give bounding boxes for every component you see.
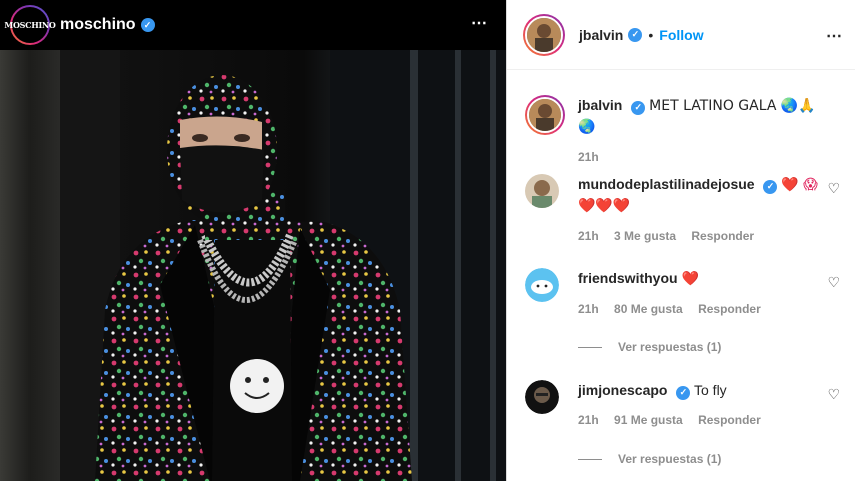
caption: jbalvin ✓ MET LATINO GALA 🌏🙏🌏 21h [525, 95, 840, 164]
brand-avatar[interactable]: MOSCHINO [4, 5, 56, 45]
replies-divider [578, 458, 602, 460]
header-username[interactable]: jbalvin [579, 27, 623, 43]
avatar-image [525, 268, 559, 302]
comment-text: To fly [694, 382, 727, 398]
separator-dot: • [648, 26, 654, 43]
comment-item: jimjonescapo ✓ To fly 21h 91 Me gusta Re… [525, 380, 840, 470]
header-avatar[interactable] [523, 13, 565, 56]
reply-button[interactable]: Responder [698, 302, 761, 316]
comment-likes[interactable]: 3 Me gusta [614, 229, 676, 243]
commenter-avatar[interactable] [525, 380, 559, 414]
reply-button[interactable]: Responder [698, 413, 761, 427]
comment-username[interactable]: mundodeplastilinadejosue [578, 176, 755, 192]
commenter-avatar[interactable] [525, 174, 559, 208]
comment-username[interactable]: jimjonescapo [578, 382, 667, 398]
comment-time: 21h [578, 229, 599, 243]
view-replies-label[interactable]: Ver respuestas (1) [618, 452, 721, 466]
post-media-panel: MOSCHINO moschino ✓ ⋯ [0, 0, 506, 481]
comment-item: mundodeplastilinadejosue ✓ ❤️ 😱❤️❤️❤️ 21… [525, 174, 840, 244]
panel-header: jbalvin ✓ • Follow ⋯ [507, 0, 855, 70]
post-account-name[interactable]: moschino [60, 16, 136, 34]
replies-divider [578, 346, 602, 348]
verified-badge-icon: ✓ [676, 385, 691, 400]
comments-panel: jbalvin ✓ • Follow ⋯ jbalvin ✓ MET LATIN… [506, 0, 855, 481]
comment-likes[interactable]: 91 Me gusta [614, 413, 683, 427]
comment-time: 21h [578, 302, 599, 316]
comment-item: friendswithyou ❤️ 21h 80 Me gusta Respon… [525, 268, 840, 358]
avatar-image [525, 380, 559, 414]
more-options-icon[interactable]: ⋯ [826, 26, 843, 46]
caption-avatar[interactable] [525, 95, 565, 135]
caption-username[interactable]: jbalvin [578, 97, 622, 113]
post-header-bar: MOSCHINO moschino ✓ ⋯ [0, 0, 506, 50]
avatar-image [525, 174, 559, 208]
comment-username[interactable]: friendswithyou [578, 270, 678, 286]
caption-time: 21h [578, 150, 599, 164]
follow-button[interactable]: Follow [659, 27, 703, 43]
comment-text: ❤️ [681, 271, 699, 287]
verified-badge-icon: ✓ [631, 100, 646, 115]
view-replies[interactable]: Ver respuestas (1) [578, 452, 721, 466]
brand-logo: MOSCHINO [4, 20, 56, 30]
verified-badge-icon: ✓ [628, 27, 643, 42]
heart-outline-icon[interactable]: ♡ [827, 386, 840, 403]
photo-illustration [0, 50, 506, 481]
comment-time: 21h [578, 413, 599, 427]
heart-outline-icon[interactable]: ♡ [827, 180, 840, 197]
heart-outline-icon[interactable]: ♡ [827, 274, 840, 291]
post-photo[interactable] [0, 50, 506, 481]
verified-badge-icon: ✓ [140, 18, 155, 32]
reply-button[interactable]: Responder [691, 229, 754, 243]
avatar-image [529, 99, 561, 131]
commenter-avatar[interactable] [525, 268, 559, 302]
verified-badge-icon: ✓ [763, 179, 778, 194]
view-replies[interactable]: Ver respuestas (1) [578, 340, 721, 354]
avatar-image [527, 17, 561, 52]
comment-likes[interactable]: 80 Me gusta [614, 302, 683, 316]
view-replies-label[interactable]: Ver respuestas (1) [618, 340, 721, 354]
more-options-icon[interactable]: ⋯ [471, 13, 488, 33]
